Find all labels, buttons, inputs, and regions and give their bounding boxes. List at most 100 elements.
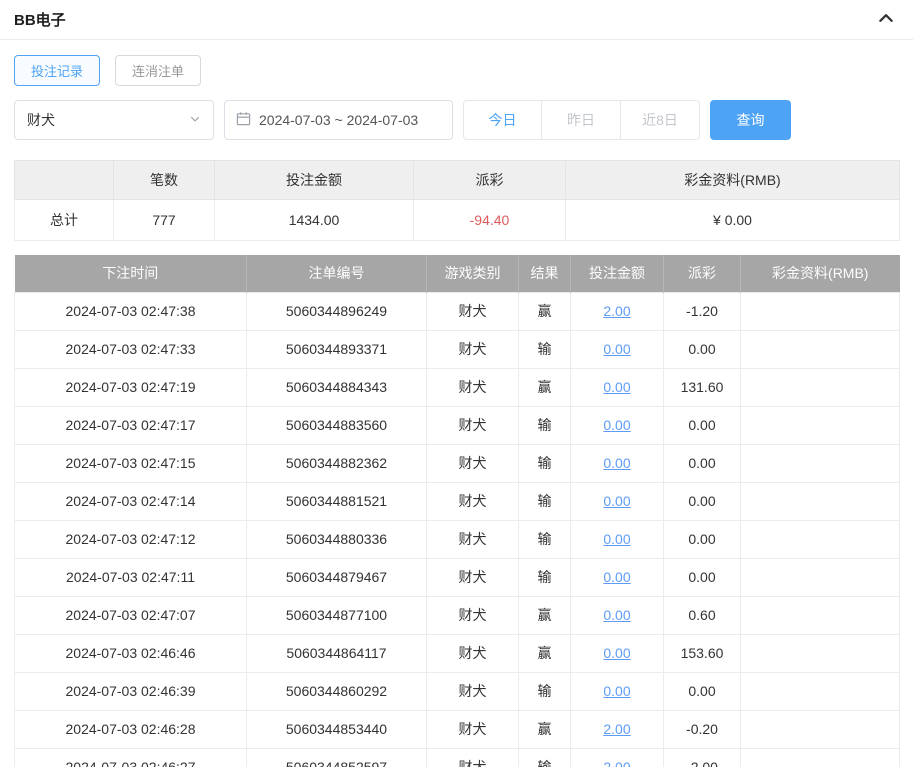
cell-payout: -2.00	[663, 747, 741, 767]
bet-amount-link[interactable]: 0.00	[603, 379, 630, 395]
summary-total-label: 总计	[14, 199, 114, 241]
bet-amount-link[interactable]: 0.00	[603, 645, 630, 661]
date-range-picker[interactable]: 2024-07-03 ~ 2024-07-03	[224, 100, 453, 140]
table-row: 2024-07-03 02:46:39 5060344860292 财犬输 0.00 0…	[14, 671, 900, 711]
cell-game-type: 财犬	[426, 709, 519, 749]
chevron-down-icon	[189, 112, 201, 128]
panel-content: 投注记录 连消注单 财犬 2024-07-03 ~ 2024-07-03 今日 …	[0, 55, 913, 767]
page-title: BB电子	[14, 12, 66, 29]
cell-payout: 0.00	[663, 443, 741, 483]
bet-amount-link[interactable]: 0.00	[603, 341, 630, 357]
table-row: 2024-07-03 02:47:11 5060344879467 财犬输 0.00 0…	[14, 557, 900, 597]
cell-game-type: 财犬	[426, 519, 519, 559]
cell-result: 赢	[518, 633, 571, 673]
bet-amount-link[interactable]: 0.00	[603, 493, 630, 509]
bet-amount-link[interactable]: 2.00	[603, 759, 630, 767]
cell-bet-time: 2024-07-03 02:47:07	[14, 595, 247, 635]
summary-payout: -94.40	[413, 199, 566, 241]
panel-header: BB电子	[0, 0, 913, 40]
cell-order-id: 5060344883560	[246, 405, 427, 445]
yesterday-button[interactable]: 昨日	[542, 100, 621, 140]
cell-order-id: 5060344879467	[246, 557, 427, 597]
bet-table-body: 2024-07-03 02:47:38 5060344896249 财犬赢 2.00-…	[14, 291, 900, 767]
bet-amount-link[interactable]: 0.00	[603, 455, 630, 471]
cell-bonus	[740, 291, 900, 331]
col-header-bonus: 彩金资料(RMB)	[740, 255, 900, 292]
cell-result: 赢	[518, 367, 571, 407]
col-header-order-id: 注单编号	[246, 255, 427, 292]
table-row: 2024-07-03 02:47:15 5060344882362 财犬输 0.00 0…	[14, 443, 900, 483]
bet-amount-link[interactable]: 0.00	[603, 569, 630, 585]
cell-bet-time: 2024-07-03 02:46:27	[14, 747, 247, 767]
col-header-bet-amount: 投注金额	[570, 255, 664, 292]
cell-bonus	[740, 367, 900, 407]
table-row: 2024-07-03 02:47:38 5060344896249 财犬赢 2.00 -…	[14, 291, 900, 331]
bet-amount-link[interactable]: 2.00	[603, 721, 630, 737]
collapse-button[interactable]	[877, 9, 895, 30]
cell-game-type: 财犬	[426, 557, 519, 597]
cell-result: 赢	[518, 595, 571, 635]
table-row: 2024-07-03 02:47:17 5060344883560 财犬输 0.00 0…	[14, 405, 900, 445]
cell-bet-time: 2024-07-03 02:47:38	[14, 291, 247, 331]
cell-bonus	[740, 709, 900, 749]
table-row: 2024-07-03 02:47:33 5060344893371 财犬输 0.00 0…	[14, 329, 900, 369]
tab-cancelled-orders[interactable]: 连消注单	[115, 55, 202, 86]
cell-bet-amount: 0.00	[570, 557, 664, 597]
game-select-value: 财犬	[27, 112, 55, 128]
cell-game-type: 财犬	[426, 291, 519, 331]
cell-order-id: 5060344881521	[246, 481, 427, 521]
col-header-game-type: 游戏类别	[426, 255, 519, 292]
summary-count: 777	[113, 199, 215, 241]
tab-bar: 投注记录 连消注单	[14, 55, 899, 86]
cell-order-id: 5060344853440	[246, 709, 427, 749]
cell-payout: 0.00	[663, 405, 741, 445]
cell-payout: 0.00	[663, 671, 741, 711]
cell-game-type: 财犬	[426, 595, 519, 635]
cell-bonus	[740, 747, 900, 767]
col-header-payout: 派彩	[663, 255, 741, 292]
cell-payout: 131.60	[663, 367, 741, 407]
cell-bet-time: 2024-07-03 02:47:14	[14, 481, 247, 521]
cell-result: 输	[518, 671, 571, 711]
today-button[interactable]: 今日	[463, 100, 542, 140]
summary-col-payout: 派彩	[413, 160, 566, 200]
cell-order-id: 5060344893371	[246, 329, 427, 369]
table-row: 2024-07-03 02:47:07 5060344877100 财犬赢 0.00 0…	[14, 595, 900, 635]
cell-game-type: 财犬	[426, 671, 519, 711]
bet-amount-link[interactable]: 0.00	[603, 683, 630, 699]
quick-date-group: 今日 昨日 近8日	[463, 100, 700, 140]
cell-bonus	[740, 443, 900, 483]
last-8-days-button[interactable]: 近8日	[621, 100, 700, 140]
cell-game-type: 财犬	[426, 633, 519, 673]
game-select[interactable]: 财犬	[14, 100, 214, 140]
col-header-bet-time: 下注时间	[14, 255, 247, 292]
table-row: 2024-07-03 02:46:46 5060344864117 财犬赢 0.00 1…	[14, 633, 900, 673]
bet-amount-link[interactable]: 0.00	[603, 607, 630, 623]
cell-payout: -1.20	[663, 291, 741, 331]
cell-game-type: 财犬	[426, 443, 519, 483]
bet-amount-link[interactable]: 0.00	[603, 531, 630, 547]
cell-bet-amount: 0.00	[570, 481, 664, 521]
table-row: 2024-07-03 02:47:14 5060344881521 财犬输 0.00 0…	[14, 481, 900, 521]
cell-order-id: 5060344896249	[246, 291, 427, 331]
tab-bet-records[interactable]: 投注记录	[14, 55, 101, 86]
cell-game-type: 财犬	[426, 481, 519, 521]
cell-bet-amount: 0.00	[570, 329, 664, 369]
calendar-icon	[236, 111, 251, 129]
cell-bonus	[740, 405, 900, 445]
cell-bet-time: 2024-07-03 02:47:11	[14, 557, 247, 597]
cell-result: 输	[518, 443, 571, 483]
bet-amount-link[interactable]: 0.00	[603, 417, 630, 433]
table-row: 2024-07-03 02:47:12 5060344880336 财犬输 0.00 0…	[14, 519, 900, 559]
search-button[interactable]: 查询	[710, 100, 791, 140]
chevron-up-icon	[877, 9, 895, 30]
cell-bet-time: 2024-07-03 02:47:17	[14, 405, 247, 445]
cell-bonus	[740, 519, 900, 559]
cell-game-type: 财犬	[426, 747, 519, 767]
cell-bet-time: 2024-07-03 02:47:19	[14, 367, 247, 407]
cell-order-id: 5060344864117	[246, 633, 427, 673]
bet-table-header-row: 下注时间 注单编号 游戏类别 结果 投注金额 派彩 彩金资料(RMB)	[14, 255, 900, 292]
bet-amount-link[interactable]: 2.00	[603, 303, 630, 319]
cell-result: 输	[518, 481, 571, 521]
cell-bet-time: 2024-07-03 02:46:39	[14, 671, 247, 711]
